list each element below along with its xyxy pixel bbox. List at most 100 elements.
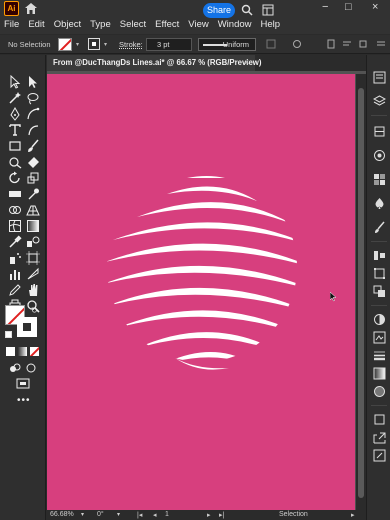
stroke-label[interactable]: Stroke:	[119, 40, 143, 49]
brush-definition-icon[interactable]	[266, 39, 276, 49]
scale-tool-icon[interactable]	[26, 171, 40, 185]
gradient-tool-icon[interactable]	[26, 219, 40, 233]
canvas[interactable]	[47, 74, 356, 510]
align-panel-icon[interactable]	[373, 249, 386, 262]
line-segment-tool-icon[interactable]	[26, 123, 40, 137]
stroke-weight-field[interactable]: 3 pt	[146, 38, 192, 51]
fill-color-swatch[interactable]	[58, 38, 72, 51]
first-artboard-icon[interactable]: |◂	[137, 511, 142, 519]
artboard[interactable]	[47, 74, 355, 510]
rotation-view[interactable]: 0°	[97, 511, 104, 518]
menu-type[interactable]: Type	[90, 19, 111, 30]
rotation-dropdown-icon[interactable]: ▾	[117, 511, 120, 518]
document-setup-icon[interactable]	[326, 39, 336, 49]
transform-icon[interactable]	[358, 39, 368, 49]
layers-panel-icon[interactable]	[373, 125, 386, 138]
screen-mode-icon[interactable]	[16, 377, 30, 391]
magic-wand-tool-icon[interactable]	[8, 91, 22, 105]
stroke-color-swatch[interactable]	[88, 38, 100, 50]
brushes-panel-icon[interactable]	[373, 221, 386, 234]
pathfinder-panel-icon[interactable]	[373, 285, 386, 298]
share-button[interactable]: Share	[203, 3, 235, 18]
transparency-panel-icon[interactable]	[373, 385, 386, 398]
artboard-tool-icon[interactable]	[26, 251, 40, 265]
pencil-tool-icon[interactable]	[8, 283, 22, 297]
zoom-dropdown-icon[interactable]: ▾	[81, 511, 84, 518]
lasso-tool-icon[interactable]	[26, 91, 40, 105]
search-icon[interactable]	[241, 4, 253, 16]
arrange-documents-icon[interactable]	[262, 4, 274, 16]
gradient-panel-icon[interactable]	[373, 367, 386, 380]
eraser-tool-icon[interactable]	[26, 155, 40, 169]
spiral-sphere-artwork[interactable]	[47, 74, 355, 510]
zoom-level[interactable]: 66.68%	[50, 511, 74, 518]
minimize-icon[interactable]: −	[322, 1, 328, 13]
blend-tool-icon[interactable]	[26, 235, 40, 249]
menu-select[interactable]: Select	[120, 19, 146, 30]
gradient-mode-icon[interactable]	[18, 347, 27, 356]
transform-panel-icon[interactable]	[373, 267, 386, 280]
menu-file[interactable]: File	[4, 19, 19, 30]
type-tool-icon[interactable]	[8, 123, 22, 137]
libraries-icon[interactable]	[373, 95, 386, 108]
artboards-panel-icon[interactable]	[373, 413, 386, 426]
rotate-tool-icon[interactable]	[8, 171, 22, 185]
symbol-sprayer-tool-icon[interactable]	[8, 251, 22, 265]
variable-width-profile[interactable]: Uniform	[198, 38, 256, 51]
menu-help[interactable]: Help	[261, 19, 281, 30]
graphic-styles-icon[interactable]	[373, 331, 386, 344]
curvature-tool-icon[interactable]	[26, 107, 40, 121]
direct-selection-tool-icon[interactable]	[26, 75, 40, 89]
swap-fill-stroke-icon[interactable]: ↻	[31, 306, 38, 315]
paintbrush-tool-icon[interactable]	[26, 139, 40, 153]
column-graph-tool-icon[interactable]	[8, 267, 22, 281]
artboard-number[interactable]: 1	[165, 511, 169, 518]
next-artboard-icon[interactable]: ▸	[207, 511, 211, 519]
menu-edit[interactable]: Edit	[28, 19, 44, 30]
stroke-dropdown-icon[interactable]: ▾	[104, 41, 107, 48]
previous-artboard-icon[interactable]: ◂	[153, 511, 157, 519]
vertical-scroll-thumb[interactable]	[358, 88, 364, 498]
stroke-panel-icon[interactable]	[373, 349, 386, 362]
none-mode-icon[interactable]	[30, 347, 39, 356]
slice-tool-icon[interactable]	[26, 267, 40, 281]
color-mode-icon[interactable]	[6, 347, 15, 356]
document-tab[interactable]: From @DucThangDs Lines.ai* @ 66.67 % (RG…	[47, 55, 261, 71]
menu-view[interactable]: View	[188, 19, 208, 30]
draw-inside-icon[interactable]	[24, 361, 38, 375]
menu-object[interactable]: Object	[54, 19, 81, 30]
links-panel-icon[interactable]	[373, 449, 386, 462]
edit-toolbar-icon[interactable]: •••	[17, 395, 31, 406]
default-fill-stroke-icon[interactable]	[5, 331, 12, 338]
menu-window[interactable]: Window	[218, 19, 252, 30]
opacity-icon[interactable]	[292, 39, 302, 49]
color-panel-icon[interactable]	[373, 149, 386, 162]
shape-builder-tool-icon[interactable]	[8, 203, 22, 217]
appearance-panel-icon[interactable]	[373, 313, 386, 326]
vertical-scrollbar[interactable]	[356, 74, 366, 510]
perspective-grid-tool-icon[interactable]	[26, 203, 40, 217]
panel-menu-icon[interactable]	[376, 39, 386, 49]
rectangle-tool-icon[interactable]	[8, 139, 22, 153]
export-panel-icon[interactable]	[373, 431, 386, 444]
puppet-warp-tool-icon[interactable]	[26, 187, 40, 201]
pen-tool-icon[interactable]	[8, 107, 22, 121]
mesh-tool-icon[interactable]	[8, 219, 22, 233]
draw-mode-icon[interactable]	[8, 361, 22, 375]
menu-effect[interactable]: Effect	[155, 19, 179, 30]
swatches-panel-icon[interactable]	[373, 173, 386, 186]
close-icon[interactable]: ×	[372, 1, 378, 13]
home-icon[interactable]	[24, 2, 38, 15]
align-icon[interactable]	[342, 39, 352, 49]
properties-icon[interactable]	[373, 71, 386, 84]
width-tool-icon[interactable]	[8, 187, 22, 201]
stroke-swatch-large[interactable]	[17, 317, 37, 337]
eyedropper-tool-icon[interactable]	[8, 235, 22, 249]
fill-dropdown-icon[interactable]: ▾	[76, 41, 79, 48]
symbols-panel-icon[interactable]	[373, 197, 386, 210]
selection-tool-icon[interactable]	[8, 75, 22, 89]
maximize-icon[interactable]: □	[345, 1, 352, 13]
hand-tool-icon[interactable]	[26, 283, 40, 297]
shaper-tool-icon[interactable]	[8, 155, 22, 169]
last-artboard-icon[interactable]: ▸|	[219, 511, 224, 519]
